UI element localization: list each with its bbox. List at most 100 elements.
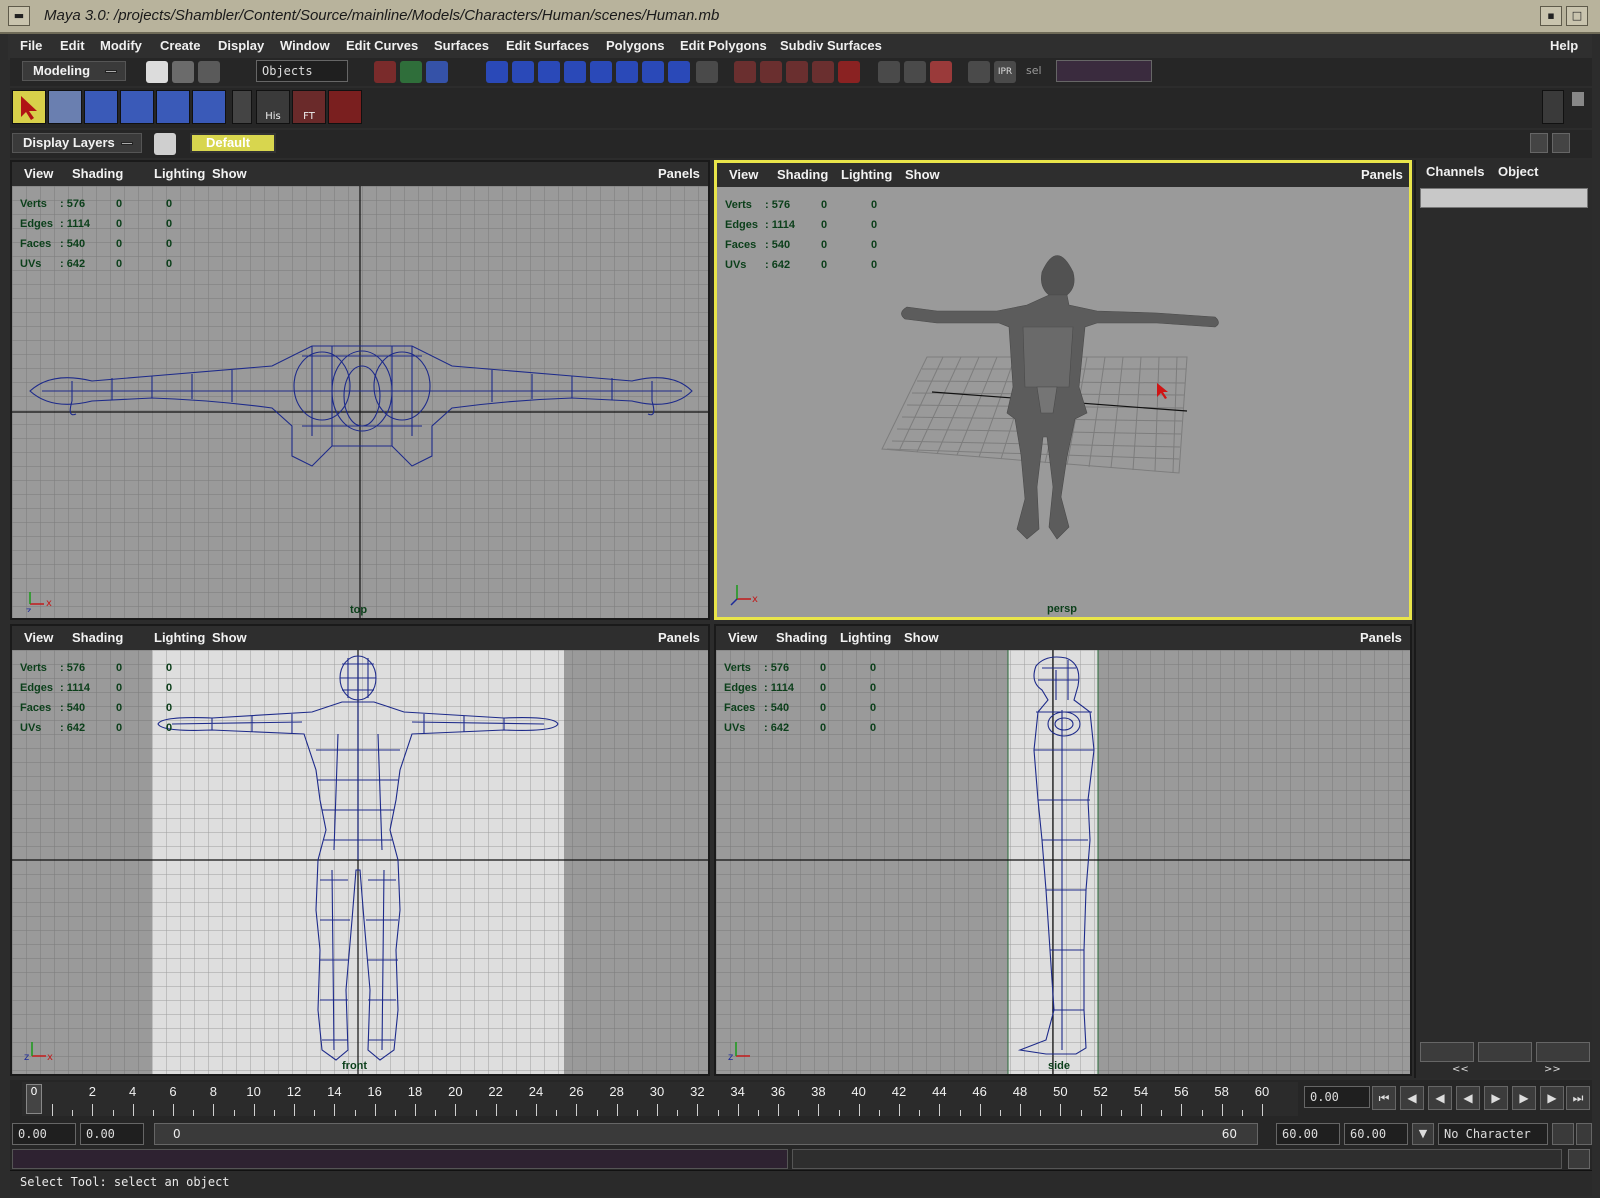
menu-edit-polygons[interactable]: Edit Polygons bbox=[680, 38, 767, 53]
selection-mask-field[interactable]: Objects bbox=[256, 60, 348, 82]
viewport-menu-panels[interactable]: Panels bbox=[1361, 167, 1403, 182]
select-by-object-type-icon[interactable] bbox=[400, 61, 422, 83]
character-set-field[interactable]: No Character bbox=[1438, 1123, 1548, 1145]
viewport-menu-show[interactable]: Show bbox=[905, 167, 940, 182]
menu-subdiv-surfaces[interactable]: Subdiv Surfaces bbox=[780, 38, 882, 53]
time-slider-track[interactable]: 0 2 4 6 8 10 12 14 16 18 20 22 24 26 28 30 32 34 36 38 40 42… bbox=[22, 1082, 1298, 1116]
go-to-start-button[interactable]: ⏮ bbox=[1372, 1086, 1396, 1110]
step-forward-key-button[interactable]: ▶ bbox=[1540, 1086, 1564, 1110]
play-forwards-button[interactable]: ▶ bbox=[1484, 1086, 1508, 1110]
menu-file[interactable]: File bbox=[20, 38, 42, 53]
snap-point-icon[interactable] bbox=[786, 61, 808, 83]
anim-start-field[interactable]: 0.00 bbox=[12, 1123, 76, 1145]
viewport-menu-view[interactable]: View bbox=[24, 166, 53, 181]
range-slider-bar[interactable]: 0 60 bbox=[154, 1123, 1258, 1145]
layer-scroll-right[interactable] bbox=[1552, 133, 1570, 153]
layer-editor-mode-icon[interactable] bbox=[1478, 1042, 1532, 1062]
viewport-top[interactable]: View Shading Lighting Show Panels Verts:… bbox=[10, 160, 710, 620]
construction-history-icon[interactable] bbox=[930, 61, 952, 83]
menu-edit-curves[interactable]: Edit Curves bbox=[346, 38, 418, 53]
viewport-menu-view[interactable]: View bbox=[24, 630, 53, 645]
attribute-editor-mode-icon[interactable] bbox=[1536, 1042, 1590, 1062]
anim-end-field[interactable]: 60.00 bbox=[1344, 1123, 1408, 1145]
viewport-menu-view[interactable]: View bbox=[728, 630, 757, 645]
render-icon[interactable] bbox=[968, 61, 990, 83]
menu-set-dropdown[interactable]: Modeling bbox=[22, 61, 126, 81]
viewport-menu-shading[interactable]: Shading bbox=[72, 630, 123, 645]
channel-prev-button[interactable]: << bbox=[1452, 1064, 1469, 1075]
viewport-menu-lighting[interactable]: Lighting bbox=[841, 167, 892, 182]
script-editor-icon[interactable] bbox=[1568, 1149, 1590, 1169]
current-time-field[interactable]: 0.00 bbox=[1304, 1086, 1370, 1108]
lock-selection-icon[interactable] bbox=[696, 61, 718, 83]
viewport-side[interactable]: View Shading Lighting Show Panels Verts … bbox=[714, 624, 1412, 1076]
viewport-menu-lighting[interactable]: Lighting bbox=[840, 630, 891, 645]
channel-next-button[interactable]: >> bbox=[1544, 1064, 1561, 1075]
layer-scroll-left[interactable] bbox=[1530, 133, 1548, 153]
channels-menu[interactable]: Channels bbox=[1426, 164, 1485, 179]
quick-select-field[interactable] bbox=[1056, 60, 1152, 82]
trash-icon[interactable] bbox=[1572, 92, 1584, 106]
step-back-key-button[interactable]: ◀ bbox=[1400, 1086, 1424, 1110]
command-input[interactable] bbox=[12, 1149, 788, 1169]
select-by-component-icon[interactable] bbox=[426, 61, 448, 83]
deformations-mask-icon[interactable] bbox=[590, 61, 612, 83]
viewport-menu-view[interactable]: View bbox=[729, 167, 758, 182]
open-scene-icon[interactable] bbox=[172, 61, 194, 83]
range-end-field[interactable]: 60.00 bbox=[1276, 1123, 1340, 1145]
minimize-button[interactable]: ▪ bbox=[1540, 6, 1562, 26]
input-connections-icon[interactable] bbox=[878, 61, 900, 83]
ipr-render-icon[interactable]: IPR bbox=[994, 61, 1016, 83]
shelf-custom-button[interactable] bbox=[328, 90, 362, 124]
menu-help[interactable]: Help bbox=[1550, 38, 1578, 53]
misc-mask-icon[interactable] bbox=[668, 61, 690, 83]
viewport-menu-panels[interactable]: Panels bbox=[658, 166, 700, 181]
snap-view-plane-icon[interactable] bbox=[812, 61, 834, 83]
snap-curve-icon[interactable] bbox=[760, 61, 782, 83]
viewport-menu-lighting[interactable]: Lighting bbox=[154, 630, 205, 645]
viewport-menu-panels[interactable]: Panels bbox=[658, 630, 700, 645]
select-by-hierarchy-icon[interactable] bbox=[374, 61, 396, 83]
viewport-menu-show[interactable]: Show bbox=[212, 166, 247, 181]
menu-polygons[interactable]: Polygons bbox=[606, 38, 665, 53]
go-to-end-button[interactable]: ⏭ bbox=[1566, 1086, 1590, 1110]
viewport-menu-show[interactable]: Show bbox=[904, 630, 939, 645]
channel-box-mode-icon[interactable] bbox=[1420, 1042, 1474, 1062]
character-dropdown-icon[interactable]: ▼ bbox=[1412, 1123, 1434, 1145]
viewport-persp[interactable]: View Shading Lighting Show Panels Verts:… bbox=[714, 160, 1412, 620]
anim-prefs-icon[interactable] bbox=[1576, 1123, 1592, 1145]
step-back-frame-button[interactable]: ◀ bbox=[1428, 1086, 1452, 1110]
current-frame-marker[interactable]: 0 bbox=[26, 1084, 42, 1114]
layer-options-icon[interactable] bbox=[154, 133, 176, 155]
channel-box-object-field[interactable] bbox=[1420, 188, 1588, 208]
menu-display[interactable]: Display bbox=[218, 38, 264, 53]
make-live-icon[interactable] bbox=[838, 61, 860, 83]
snap-grid-icon[interactable] bbox=[734, 61, 756, 83]
dynamics-mask-icon[interactable] bbox=[616, 61, 638, 83]
maximize-button[interactable]: □ bbox=[1566, 6, 1588, 26]
range-start-field[interactable]: 0.00 bbox=[80, 1123, 144, 1145]
viewport-menu-lighting[interactable]: Lighting bbox=[154, 166, 205, 181]
menu-surfaces[interactable]: Surfaces bbox=[434, 38, 489, 53]
viewport-menu-shading[interactable]: Shading bbox=[776, 630, 827, 645]
menu-modify[interactable]: Modify bbox=[100, 38, 142, 53]
viewport-menu-shading[interactable]: Shading bbox=[777, 167, 828, 182]
menu-edit-surfaces[interactable]: Edit Surfaces bbox=[506, 38, 589, 53]
save-scene-icon[interactable] bbox=[198, 61, 220, 83]
step-forward-frame-button[interactable]: ▶ bbox=[1512, 1086, 1536, 1110]
viewport-menu-show[interactable]: Show bbox=[212, 630, 247, 645]
shelf-scroll-icon[interactable] bbox=[1542, 90, 1564, 124]
scale-tool-icon[interactable] bbox=[156, 90, 190, 124]
rendering-mask-icon[interactable] bbox=[642, 61, 664, 83]
window-menu-button[interactable]: ▬ bbox=[8, 6, 30, 26]
curves-mask-icon[interactable] bbox=[538, 61, 560, 83]
time-slider[interactable]: 0 2 4 6 8 10 12 14 16 18 20 22 24 26 28 30 32 34 36 38 40 42… bbox=[10, 1080, 1592, 1120]
manipulator-tool-icon[interactable] bbox=[192, 90, 226, 124]
viewport-front[interactable]: View Shading Lighting Show Panels Verts … bbox=[10, 624, 710, 1076]
viewport-menu-panels[interactable]: Panels bbox=[1360, 630, 1402, 645]
surfaces-mask-icon[interactable] bbox=[564, 61, 586, 83]
default-layer-button[interactable]: Default bbox=[190, 133, 276, 153]
object-menu[interactable]: Object bbox=[1498, 164, 1538, 179]
history-shelf-button[interactable]: His bbox=[256, 90, 290, 124]
viewport-menu-shading[interactable]: Shading bbox=[72, 166, 123, 181]
